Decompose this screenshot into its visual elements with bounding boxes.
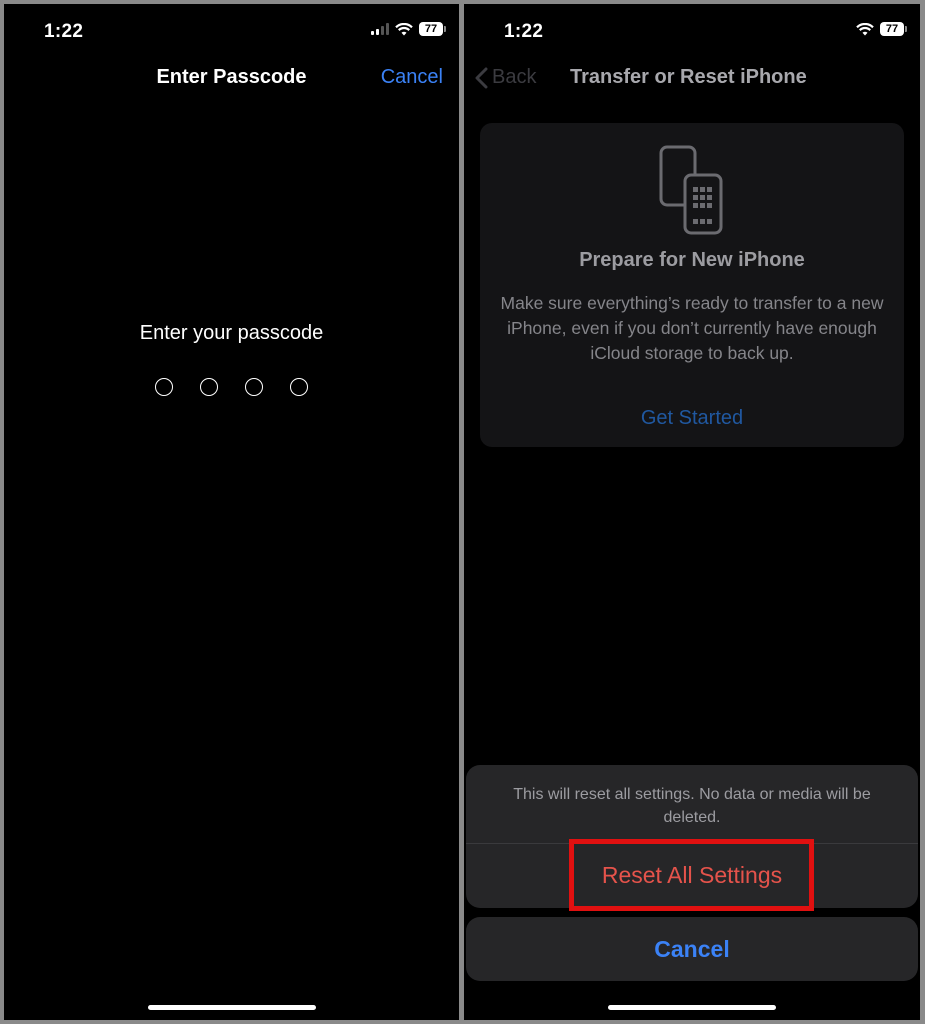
back-label: Back bbox=[492, 66, 537, 88]
prepare-card: Prepare for New iPhone Make sure everyth… bbox=[480, 123, 904, 447]
back-button[interactable]: Back bbox=[474, 66, 536, 89]
passcode-dots[interactable] bbox=[4, 378, 459, 396]
card-description: Make sure everything’s ready to transfer… bbox=[500, 293, 884, 363]
battery-icon: 77 bbox=[880, 22, 907, 36]
page-title: Transfer or Reset iPhone bbox=[570, 66, 807, 88]
status-time: 1:22 bbox=[504, 21, 544, 42]
cancel-button[interactable]: Cancel bbox=[466, 917, 918, 981]
get-started-button[interactable]: Get Started bbox=[480, 407, 904, 430]
passcode-dot bbox=[200, 378, 218, 396]
card-title: Prepare for New iPhone bbox=[579, 249, 805, 271]
status-indicators: 77 bbox=[371, 22, 446, 36]
chevron-left-icon bbox=[475, 67, 488, 88]
cancel-button[interactable]: Cancel bbox=[381, 66, 443, 89]
passcode-dot bbox=[290, 378, 308, 396]
status-time: 1:22 bbox=[44, 21, 84, 42]
passcode-screen: 1:22 77 Enter Passcode Cancel Enter your… bbox=[4, 4, 459, 1020]
transfer-reset-screen: 1:22 77 Back Transfer or Reset iPhone Pr… bbox=[464, 4, 920, 1020]
phone-transfer-icon bbox=[659, 145, 723, 235]
battery-icon: 77 bbox=[419, 22, 446, 36]
passcode-dot bbox=[155, 378, 173, 396]
status-indicators: 77 bbox=[856, 22, 907, 36]
highlight-box bbox=[569, 839, 814, 911]
wifi-icon bbox=[856, 22, 874, 35]
home-indicator[interactable] bbox=[147, 1005, 316, 1010]
passcode-prompt: Enter your passcode bbox=[139, 322, 324, 344]
action-sheet-message: This will reset all settings. No data or… bbox=[513, 786, 871, 826]
passcode-dot bbox=[245, 378, 263, 396]
cellular-signal-icon bbox=[371, 23, 389, 35]
home-indicator[interactable] bbox=[608, 1005, 776, 1010]
wifi-icon bbox=[395, 22, 413, 35]
